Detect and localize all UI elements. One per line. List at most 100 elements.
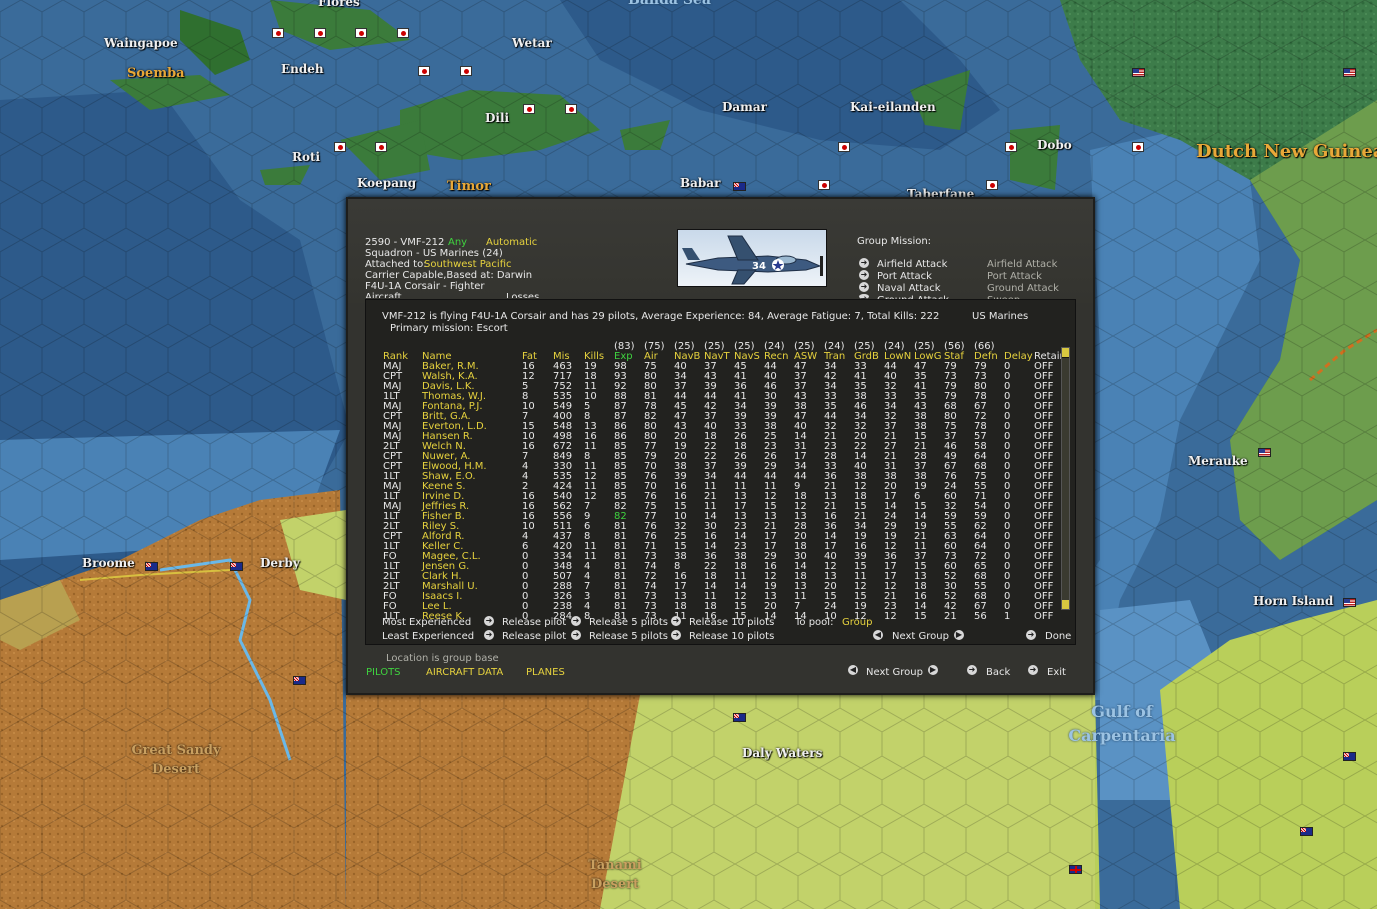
us-flag-icon[interactable] (1132, 68, 1145, 77)
exit-arrow-icon[interactable]: ➜ (1028, 665, 1038, 675)
japanese-unit-marker[interactable] (523, 104, 535, 114)
japanese-unit-marker[interactable] (818, 180, 830, 190)
column-rank: Rank MAJ CPT MAJ 1LT MAJ CPT MAJ MAJ 2LT CPT CPT 1LT… (383, 342, 408, 622)
japanese-unit-marker[interactable] (397, 28, 409, 38)
map-label-broome: Broome (82, 556, 135, 570)
to-pool-value[interactable]: Group (842, 617, 872, 628)
japanese-unit-marker[interactable] (838, 142, 850, 152)
next-group-arrow-icon[interactable]: ▶ (954, 630, 964, 640)
aircraft-type[interactable]: F4U-1A Corsair - Fighter (365, 281, 485, 292)
mode-setting[interactable]: Any (448, 237, 467, 248)
japanese-unit-marker[interactable] (375, 142, 387, 152)
mission-item-1[interactable]: Airfield Attack (877, 259, 947, 270)
exit-button[interactable]: Exit (1047, 667, 1066, 678)
release-arrow-icon[interactable]: ➜ (671, 630, 681, 640)
uk-flag-icon[interactable] (1069, 865, 1082, 874)
japanese-unit-marker[interactable] (355, 28, 367, 38)
release-pilot-least[interactable]: Release pilot (502, 631, 566, 642)
release-arrow-icon[interactable]: ➜ (484, 630, 494, 640)
australian-flag-icon[interactable] (1300, 827, 1313, 836)
automatic-setting[interactable]: Automatic (486, 237, 537, 248)
prev-group-arrow-icon[interactable]: ◀ (848, 665, 858, 675)
japanese-unit-marker[interactable] (1005, 142, 1017, 152)
release-arrow-icon[interactable]: ➜ (671, 616, 681, 626)
australian-flag-icon[interactable] (230, 562, 243, 571)
release-10-least[interactable]: Release 10 pilots (689, 631, 774, 642)
tab-aircraft-data[interactable]: AIRCRAFT DATA (426, 667, 503, 678)
release-5-least[interactable]: Release 5 pilots (589, 631, 668, 642)
next-group-inner-button[interactable]: Next Group (892, 631, 949, 642)
release-pilot-most[interactable]: Release pilot (502, 617, 566, 628)
mission-alt-2[interactable]: Port Attack (987, 271, 1042, 282)
us-flag-icon[interactable] (1343, 68, 1356, 77)
column-lown: (24) LowN 44 40 32 33 34 32 37 21 27 21 31 38 20 17 14 24… (884, 342, 911, 622)
done-arrow-icon[interactable]: ➜ (1026, 630, 1036, 640)
australian-flag-icon[interactable] (293, 676, 306, 685)
mission-item-3[interactable]: Naval Attack (877, 283, 941, 294)
map-label-dobo: Dobo (1037, 138, 1072, 152)
map-label-flores: Flores (318, 0, 360, 9)
column-lowg: (25) LowG 47 35 41 35 43 38 38 15 21 28 37 38 19 6 15 14 1… (914, 342, 941, 622)
release-arrow-icon[interactable]: ➜ (571, 616, 581, 626)
australian-flag-icon[interactable] (733, 182, 746, 191)
group-mission-title: Group Mission: (857, 236, 932, 247)
release-arrow-icon[interactable]: ➜ (484, 616, 494, 626)
release-10-most[interactable]: Release 10 pilots (689, 617, 774, 628)
japanese-unit-marker[interactable] (334, 142, 346, 152)
prev-group-arrow-icon[interactable]: ◀ (873, 630, 883, 640)
scroll-thumb[interactable] (1062, 358, 1069, 601)
us-flag-icon[interactable] (1258, 448, 1271, 457)
mission-alt-3[interactable]: Ground Attack (987, 283, 1059, 294)
column-mis: Mis 463 717 752 535 549 400 548 498 672 849 330 535 4… (553, 342, 572, 622)
scroll-up-icon[interactable] (1062, 348, 1069, 357)
australian-flag-icon[interactable] (1343, 752, 1356, 761)
map-label-dutch-new-guinea: Dutch New Guinea (1196, 141, 1377, 162)
column-tran: (24) Tran 34 42 34 33 35 44 32 21 23 28 33 36 21 13 21 16… (824, 342, 845, 622)
column-delay: Delay 0 0 0 0 0 0 0 0 0 0 0 0 0 0 0 0 0 0 0 0 0 0 0 0 0 1 (1004, 342, 1033, 622)
back-button[interactable]: Back (986, 667, 1010, 678)
us-flag-icon[interactable] (1343, 598, 1356, 607)
mission-select-arrow-icon[interactable]: ➜ (859, 282, 869, 292)
japanese-unit-marker[interactable] (460, 66, 472, 76)
australian-flag-icon[interactable] (145, 562, 158, 571)
roster-scrollbar[interactable] (1061, 347, 1070, 610)
most-experienced-label: Most Experienced (382, 617, 472, 628)
back-arrow-icon[interactable]: ➜ (967, 665, 977, 675)
pilot-roster-panel: VMF-212 is flying F4U-1A Corsair and has… (365, 299, 1076, 645)
japanese-unit-marker[interactable] (986, 180, 998, 190)
map-label-kai-eilanden: Kai-eilanden (850, 100, 936, 114)
australian-flag-icon[interactable] (733, 713, 746, 722)
tab-pilots[interactable]: PILOTS (366, 667, 401, 678)
attached-value[interactable]: Southwest Pacific (424, 259, 512, 270)
group-summary: VMF-212 is flying F4U-1A Corsair and has… (382, 311, 940, 322)
japanese-unit-marker[interactable] (314, 28, 326, 38)
tab-planes[interactable]: PLANES (526, 667, 565, 678)
map-label-soemba: Soemba (127, 66, 185, 81)
scroll-down-icon[interactable] (1062, 600, 1069, 609)
japanese-unit-marker[interactable] (565, 104, 577, 114)
map-label-daly-waters: Daly Waters (742, 746, 823, 760)
aircraft-image: 34 (677, 229, 827, 287)
column-navt: (25) NavT 37 43 39 44 42 37 40 18 22 22 37 34 11 21 11 14… (704, 342, 730, 622)
next-group-arrow-icon[interactable]: ▶ (928, 665, 938, 675)
mission-item-2[interactable]: Port Attack (877, 271, 932, 282)
column-navs: (25) NavS 45 41 36 41 34 39 33 26 18 26 39 44 11 13 17 13… (734, 342, 760, 622)
mission-alt-1[interactable]: Airfield Attack (987, 259, 1057, 270)
map-label-gulf-of-carpentaria: Gulf of Carpentaria (1068, 702, 1176, 745)
map-label-damar: Damar (722, 100, 767, 114)
release-5-most[interactable]: Release 5 pilots (589, 617, 668, 628)
mission-select-arrow-icon[interactable]: ➜ (859, 270, 869, 280)
next-group-button[interactable]: Next Group (866, 667, 923, 678)
release-arrow-icon[interactable]: ➜ (571, 630, 581, 640)
aircraft-label: Aircraft (365, 292, 402, 298)
pilot-retain: OFF (1034, 611, 1054, 622)
done-button[interactable]: Done (1045, 631, 1071, 642)
japanese-unit-marker[interactable] (418, 66, 430, 76)
japanese-unit-marker[interactable] (272, 28, 284, 38)
japanese-unit-marker[interactable] (1132, 142, 1144, 152)
nation-label: US Marines (972, 311, 1029, 322)
column-staf: (56) Staf 79 73 79 79 68 80 75 37 46 49 67 76 24 60 32 59… (944, 342, 965, 622)
map-label-babar: Babar (680, 176, 721, 190)
mission-select-arrow-icon[interactable]: ➜ (859, 258, 869, 268)
column-recn: (24) Recn 44 40 46 30 39 39 38 25 23 26 29 44 11 12 15 13… (764, 342, 789, 622)
